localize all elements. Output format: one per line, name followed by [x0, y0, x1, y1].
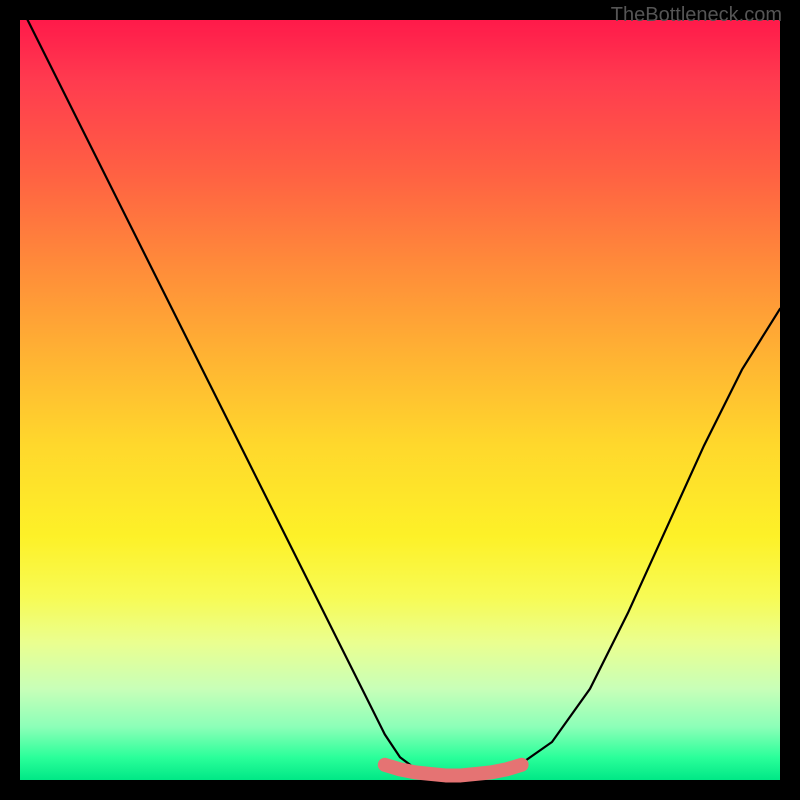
chart-gradient-background	[20, 20, 780, 780]
chart-svg	[20, 20, 780, 780]
optimal-range-marker	[385, 765, 522, 776]
bottleneck-curve-line	[20, 5, 780, 776]
watermark-text: TheBottleneck.com	[611, 4, 782, 27]
